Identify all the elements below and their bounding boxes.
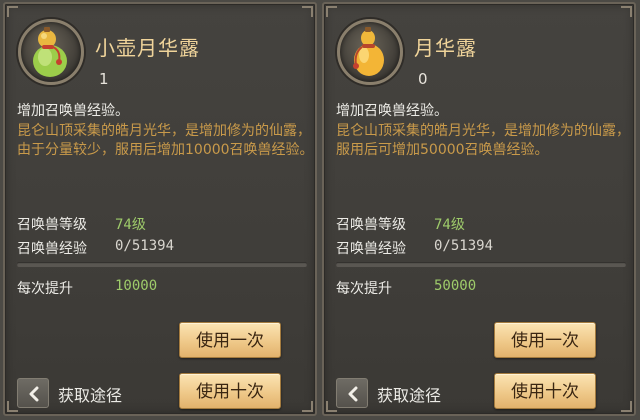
item-count: 0: [418, 70, 428, 88]
panel-corner-ornament: [621, 6, 632, 17]
description-body: 昆仑山顶采集的皓月光华，是增加修为的仙露，由于分量较少，服用后增加10000召唤…: [17, 123, 314, 158]
gain-per-use-value: 10000: [115, 278, 158, 294]
gain-per-use-label: 每次提升: [336, 281, 392, 297]
item-name: 小壶月华露: [95, 36, 200, 60]
gourd-icon: [353, 27, 384, 76]
use-once-button[interactable]: 使用一次: [494, 322, 596, 358]
gourd-icon: [33, 27, 67, 77]
pet-exp-label: 召唤兽经验: [17, 241, 87, 257]
pet-level-label: 召唤兽等级: [17, 217, 87, 233]
panel-corner-ornament: [302, 6, 313, 17]
item-detail-panel-left: 小壶月华露 1 增加召唤兽经验。 昆仑山顶采集的皓月光华，是增加修为的仙露，由于…: [3, 2, 317, 416]
item-name: 月华露: [414, 36, 477, 60]
acquire-source-label[interactable]: 获取途径: [377, 382, 441, 406]
exp-progress-bar: [17, 262, 307, 267]
description-title: 增加召唤兽经验。: [336, 103, 448, 119]
panel-corner-ornament: [326, 6, 337, 17]
back-button[interactable]: [336, 378, 368, 408]
panel-corner-ornament: [7, 6, 18, 17]
chevron-left-icon: [29, 386, 39, 402]
gain-per-use-value: 50000: [434, 278, 477, 294]
panel-corner-ornament: [621, 401, 632, 412]
pet-level-value: 74级: [115, 217, 146, 233]
exp-progress-bar: [336, 262, 626, 267]
gain-per-use-label: 每次提升: [17, 281, 73, 297]
chevron-left-icon: [348, 386, 358, 402]
acquire-source-label[interactable]: 获取途径: [58, 382, 122, 406]
pet-level-value: 74级: [434, 217, 465, 233]
item-icon-frame: [18, 19, 84, 85]
pet-exp-value: 0/51394: [434, 238, 494, 254]
use-ten-button[interactable]: 使用十次: [494, 373, 596, 409]
description-body: 昆仑山顶采集的皓月光华，是增加修为的仙露，服用后可增加50000召唤兽经验。: [336, 123, 630, 158]
use-once-button[interactable]: 使用一次: [179, 322, 281, 358]
back-button[interactable]: [17, 378, 49, 408]
pet-level-label: 召唤兽等级: [336, 217, 406, 233]
description-title: 增加召唤兽经验。: [17, 103, 129, 119]
item-count: 1: [99, 70, 109, 88]
pet-exp-label: 召唤兽经验: [336, 241, 406, 257]
item-detail-panel-right: 月华露 0 增加召唤兽经验。 昆仑山顶采集的皓月光华，是增加修为的仙露，服用后可…: [322, 2, 636, 416]
use-ten-button[interactable]: 使用十次: [179, 373, 281, 409]
pet-exp-value: 0/51394: [115, 238, 175, 254]
item-icon-frame: [337, 19, 403, 85]
panel-corner-ornament: [302, 401, 313, 412]
